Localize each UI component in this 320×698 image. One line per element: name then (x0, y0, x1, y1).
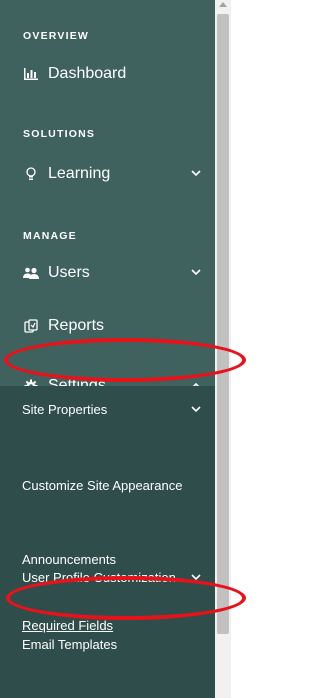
chevron-down-icon (191, 168, 201, 180)
nav-item-users[interactable]: Users (0, 257, 215, 289)
section-title-overview: OVERVIEW (23, 30, 90, 42)
chevron-down-icon (191, 404, 201, 416)
scrollbar-thumb[interactable] (217, 14, 229, 634)
bar-chart-icon (23, 68, 39, 80)
nav-label-reports: Reports (48, 317, 105, 334)
vertical-scrollbar[interactable] (215, 0, 231, 698)
reports-icon (23, 319, 39, 333)
nav-item-reports[interactable]: Reports (0, 310, 215, 342)
section-title-manage: MANAGE (23, 230, 77, 242)
nav-item-dashboard[interactable]: Dashboard (0, 58, 215, 90)
users-icon (23, 267, 39, 279)
submenu-item-email-templates[interactable]: Email Templates (22, 637, 117, 652)
submenu-item-user-profile-customization[interactable]: User Profile Customization (22, 570, 176, 585)
sidebar: OVERVIEW Dashboard SOLUTIONS Learning MA… (0, 0, 215, 698)
settings-submenu: Site Properties Customize Site Appearanc… (0, 386, 215, 698)
submenu-item-required-fields[interactable]: Required Fields (22, 618, 113, 633)
submenu-item-customize-site-appearance[interactable]: Customize Site Appearance (22, 478, 182, 493)
chevron-down-icon (191, 572, 201, 584)
chevron-down-icon (191, 267, 201, 279)
nav-item-learning[interactable]: Learning (0, 158, 215, 190)
lightbulb-icon (23, 167, 39, 181)
nav-label-dashboard: Dashboard (48, 65, 127, 82)
nav-label-learning: Learning (48, 165, 111, 182)
scroll-up-arrow-icon[interactable] (219, 2, 227, 7)
submenu-item-site-properties[interactable]: Site Properties (22, 402, 107, 417)
submenu-item-announcements[interactable]: Announcements (22, 552, 116, 567)
section-title-solutions: SOLUTIONS (23, 128, 96, 140)
nav-label-users: Users (48, 264, 90, 281)
